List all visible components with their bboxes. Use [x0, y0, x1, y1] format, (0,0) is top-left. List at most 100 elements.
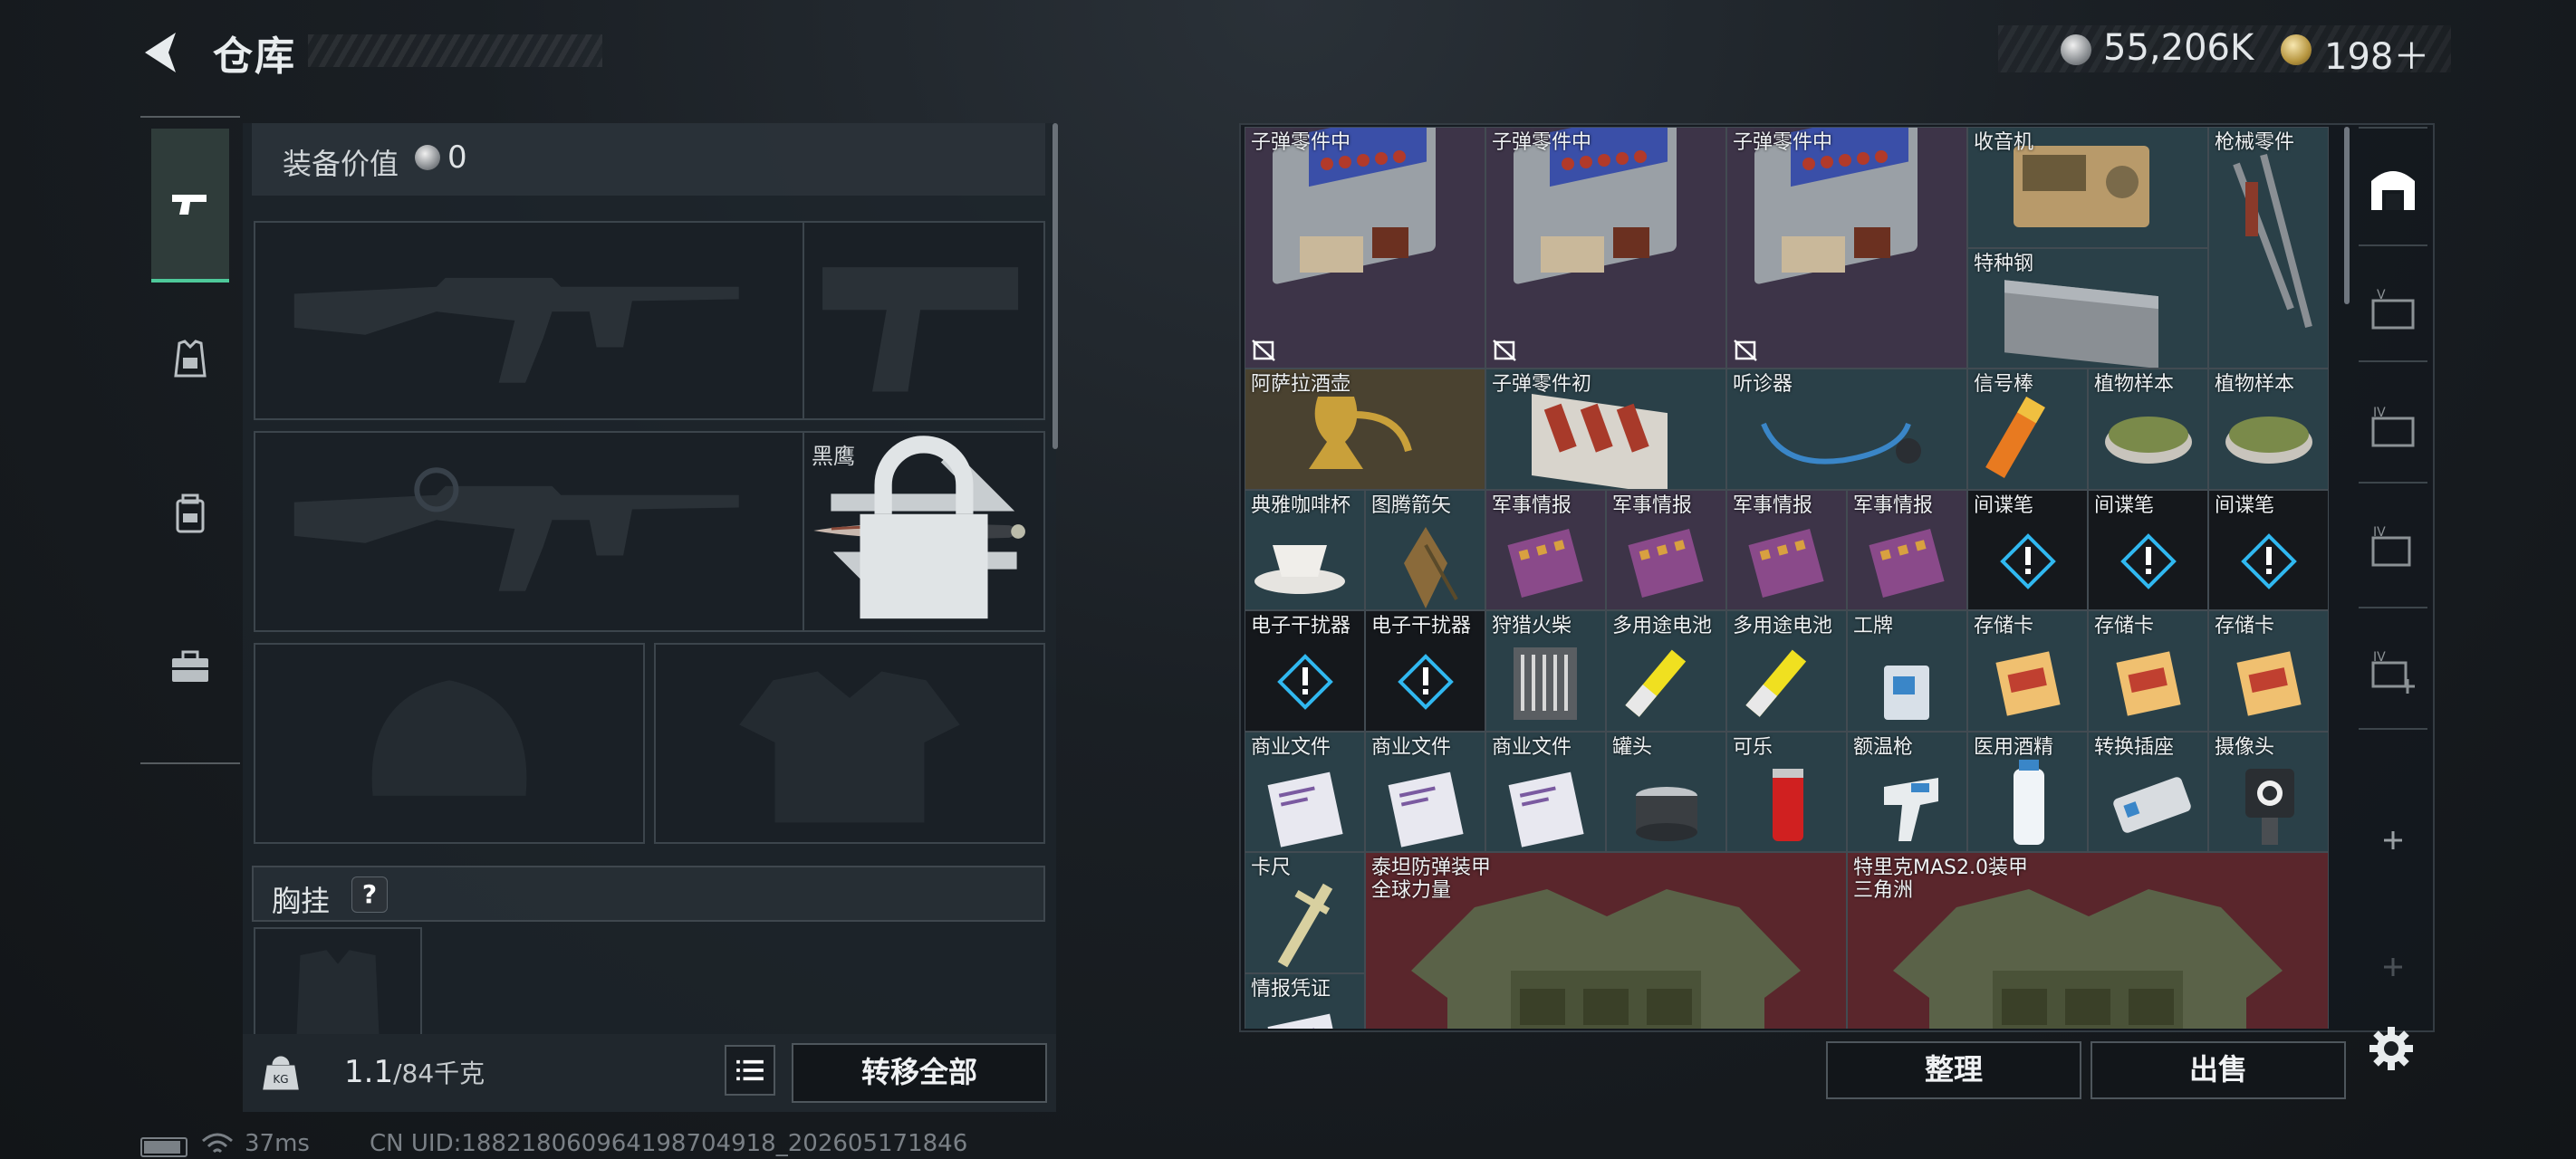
pistol-silhouette-icon	[822, 267, 1019, 392]
storage-item[interactable]: 特种钢	[1967, 247, 2208, 369]
item-name: 间谍笔	[1974, 493, 2034, 517]
storage-item[interactable]: 信号棒	[1967, 369, 2088, 490]
add-case-icon[interactable]	[2364, 811, 2422, 869]
storage-item[interactable]: 可乐	[1726, 731, 1847, 852]
storage-item[interactable]: 罐头	[1606, 731, 1726, 852]
body-armor-slot[interactable]	[654, 643, 1045, 844]
storage-item[interactable]: 听诊器	[1726, 369, 1967, 490]
tab-case[interactable]	[151, 590, 229, 744]
item-name: 摄像头	[2215, 735, 2275, 759]
storage-item[interactable]: 摄像头	[2208, 731, 2329, 852]
secondary-weapon-slot[interactable]	[254, 431, 804, 632]
title-decoration	[308, 34, 602, 67]
storage-item[interactable]: 军事情报	[1847, 489, 1967, 610]
list-view-button[interactable]	[725, 1045, 775, 1096]
svg-text:KG: KG	[273, 1073, 288, 1086]
tab-armor[interactable]	[151, 283, 229, 436]
svg-text:IV: IV	[2373, 650, 2386, 665]
hafcoin-icon	[2061, 34, 2091, 65]
item-name: 特里克MAS2.0装甲 三角洲	[1853, 857, 2028, 903]
storage-item[interactable]: 植物样本	[2088, 369, 2208, 490]
storage-item[interactable]: 卡尺	[1245, 852, 1365, 973]
item-name: 情报凭证	[1251, 977, 1331, 1001]
storage-item[interactable]: 电子干扰器	[1365, 610, 1485, 732]
melee-slot[interactable]: 黑鹰	[803, 431, 1045, 632]
item-name: 电子干扰器	[1251, 615, 1351, 637]
storage-item[interactable]: 典雅咖啡杯	[1245, 489, 1365, 610]
storage-item[interactable]: 间谍笔	[2088, 489, 2208, 610]
storage-item[interactable]: 子弹零件初	[1485, 369, 1726, 490]
tab-weapons[interactable]	[151, 129, 229, 283]
storage-item[interactable]: 狩猎火柴	[1485, 610, 1606, 732]
chest-rig-label: 胸挂	[272, 884, 331, 918]
storage-item[interactable]: 商业文件	[1365, 731, 1485, 852]
storage-item[interactable]: 存储卡	[1967, 610, 2088, 732]
storage-item[interactable]: 收音机	[1967, 127, 2208, 248]
expansion-case-2-icon[interactable]: IV	[2364, 398, 2422, 456]
storage-item[interactable]: 多用途电池	[1606, 610, 1726, 732]
storage-item[interactable]: 子弹零件中	[1485, 127, 1726, 369]
equipment-category-rail	[140, 116, 240, 764]
storage-item[interactable]: 间谍笔	[2208, 489, 2329, 610]
storage-item[interactable]: 子弹零件中	[1245, 127, 1485, 369]
expansion-case-1-icon[interactable]: V	[2364, 281, 2422, 339]
item-name: 军事情报	[1853, 493, 1934, 517]
back-arrow-icon[interactable]	[136, 27, 190, 78]
warehouse-home-icon[interactable]	[2364, 159, 2422, 217]
storage-item[interactable]: 额温枪	[1847, 731, 1967, 852]
item-name: 工牌	[1853, 615, 1894, 637]
item-name: 信号棒	[1974, 373, 2034, 396]
storage-scrollbar[interactable]	[2344, 127, 2350, 304]
add-case-disabled-icon	[2384, 958, 2402, 976]
lock-icon	[860, 436, 988, 619]
money-amount[interactable]: 55,206K	[2103, 27, 2254, 69]
item-name: 植物样本	[2215, 373, 2295, 396]
storage-item[interactable]: 情报凭证	[1245, 972, 1365, 1029]
item-name: 听诊器	[1733, 373, 1793, 396]
item-name: 军事情报	[1492, 493, 1572, 517]
storage-item[interactable]: 枪械零件	[2208, 127, 2329, 369]
sort-button[interactable]: 整理	[1826, 1041, 2081, 1099]
storage-item[interactable]: 图腾箭矢	[1365, 489, 1485, 610]
helmet-slot[interactable]	[254, 643, 645, 844]
storage-item[interactable]: 特里克MAS2.0装甲 三角洲	[1847, 852, 2329, 1029]
storage-item[interactable]: 军事情报	[1485, 489, 1606, 610]
item-name: 存储卡	[2215, 615, 2275, 637]
storage-item[interactable]: 泰坦防弹装甲 全球力量	[1365, 852, 1847, 1029]
help-icon[interactable]: ?	[351, 876, 388, 913]
item-name: 图腾箭矢	[1371, 493, 1452, 517]
expansion-case-3-icon[interactable]: IV	[2364, 518, 2422, 576]
rifle-silhouette-icon	[293, 467, 739, 591]
equipment-scrollbar[interactable]	[1053, 123, 1058, 449]
premium-amount[interactable]: 198＋	[2324, 27, 2429, 80]
battery-icon	[140, 1137, 187, 1157]
expansion-case-4-icon[interactable]: IV	[2364, 643, 2422, 701]
storage-item[interactable]: 军事情报	[1726, 489, 1847, 610]
storage-item[interactable]: 存储卡	[2088, 610, 2208, 732]
storage-item[interactable]: 多用途电池	[1726, 610, 1847, 732]
tab-backpack[interactable]	[151, 436, 229, 590]
storage-item[interactable]: 存储卡	[2208, 610, 2329, 732]
svg-text:V: V	[2377, 288, 2386, 302]
storage-item[interactable]: 植物样本	[2208, 369, 2329, 490]
storage-item[interactable]: 间谍笔	[1967, 489, 2088, 610]
storage-item[interactable]: 工牌	[1847, 610, 1967, 732]
storage-item[interactable]: 商业文件	[1245, 731, 1365, 852]
chest-rig-slot[interactable]	[254, 927, 422, 1036]
storage-item[interactable]: 商业文件	[1485, 731, 1606, 852]
gear-icon[interactable]	[2366, 1023, 2417, 1074]
transfer-all-button[interactable]: 转移全部	[792, 1043, 1047, 1103]
ping-text: 37ms	[245, 1130, 310, 1157]
item-name: 军事情报	[1733, 493, 1813, 517]
item-name: 子弹零件中	[1492, 131, 1592, 154]
primary-weapon-slot[interactable]	[254, 221, 804, 420]
storage-item[interactable]: 电子干扰器	[1245, 610, 1365, 732]
storage-item[interactable]: 子弹零件中	[1726, 127, 1967, 369]
storage-item[interactable]: 转换插座	[2088, 731, 2208, 852]
storage-item[interactable]: 军事情报	[1606, 489, 1726, 610]
storage-item[interactable]: 阿萨拉酒壶	[1245, 369, 1485, 490]
list-icon	[736, 1059, 764, 1081]
sell-button[interactable]: 出售	[2091, 1041, 2346, 1099]
storage-item[interactable]: 医用酒精	[1967, 731, 2088, 852]
pistol-slot[interactable]	[803, 221, 1045, 420]
